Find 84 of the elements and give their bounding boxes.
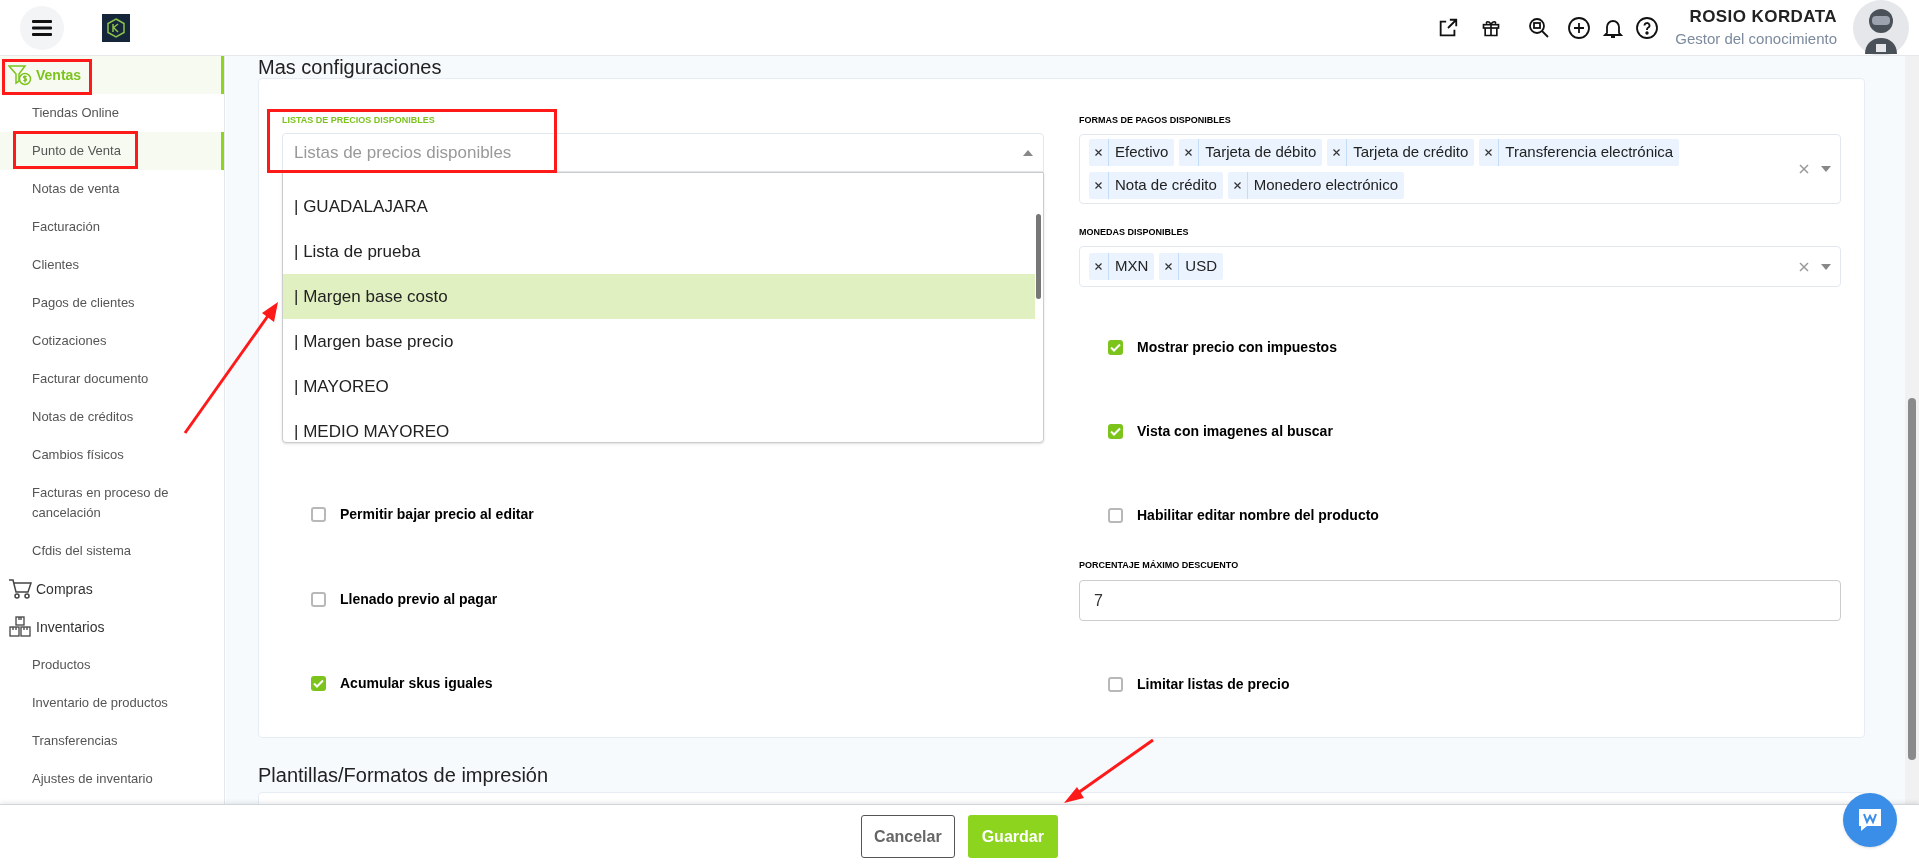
- dropdown-option[interactable]: | Margen base costo: [283, 274, 1035, 319]
- tag-chip: MXN: [1089, 253, 1155, 280]
- input-field[interactable]: 7: [1079, 580, 1841, 621]
- checkbox[interactable]: [1108, 339, 1123, 355]
- field-label: LISTAS DE PRECIOS DISPONIBLES: [282, 114, 436, 127]
- section-title: Plantillas/Formatos de impresión: [258, 763, 550, 788]
- sidebar-item[interactable]: Tiendas Online: [0, 94, 224, 132]
- dropdown-option[interactable]: | Margen base precio: [283, 319, 1035, 364]
- logo-icon[interactable]: [102, 13, 130, 42]
- sidebar-item[interactable]: Facturar documento: [0, 360, 224, 398]
- multi-select-field[interactable]: Efectivo Tarjeta de débito Tarjeta de crédito Transferencia electrónica Nota de crédito Monedero electrónico: [1079, 134, 1841, 204]
- close-icon: [1095, 182, 1102, 189]
- checkbox[interactable]: [311, 675, 326, 691]
- dropdown-option[interactable]: | MEDIO MAYOREO: [283, 409, 1035, 442]
- clear-icon[interactable]: [1799, 164, 1809, 174]
- close-icon: [1233, 182, 1241, 189]
- sidebar-item[interactable]: Notas de créditos: [0, 398, 224, 436]
- tag-chip: Nota de crédito: [1089, 172, 1223, 199]
- avatar-icon[interactable]: [1853, 0, 1909, 56]
- close-icon: [1095, 149, 1102, 156]
- sidebar-item[interactable]: Facturación: [0, 208, 224, 246]
- dropdown-option[interactable]: | Lista de prueba: [283, 229, 1035, 274]
- close-icon: [1165, 263, 1173, 270]
- sidebar-item[interactable]: Clientes: [0, 246, 224, 284]
- sidebar-item[interactable]: Productos: [0, 646, 224, 684]
- close-icon: [1095, 263, 1102, 270]
- checkbox-label: Habilitar editar nombre del producto: [1137, 505, 1379, 525]
- section-title: Mas configuraciones: [258, 56, 443, 78]
- checkbox-label: Permitir bajar precio al editar: [340, 504, 534, 524]
- checkbox[interactable]: [1108, 507, 1123, 523]
- field-label: MONEDAS DISPONIBLES: [1079, 226, 1190, 239]
- menu-button[interactable]: [20, 5, 64, 50]
- cart-icon: [8, 578, 32, 600]
- help-icon[interactable]: [1635, 15, 1660, 40]
- dropdown-option[interactable]: | MAYOREO: [283, 364, 1035, 409]
- checkbox[interactable]: [1108, 676, 1123, 692]
- tag-chip: Monedero electrónico: [1227, 172, 1404, 199]
- tag-chip: Tarjeta de crédito: [1327, 139, 1475, 166]
- tag-chip: Transferencia electrónica: [1479, 139, 1680, 166]
- scrollbar-thumb[interactable]: [1036, 214, 1041, 299]
- tag-chip: Tarjeta de débito: [1179, 139, 1323, 166]
- caret-up-icon: [1023, 149, 1033, 156]
- checkbox[interactable]: [311, 591, 326, 607]
- sidebar-item[interactable]: Cotizaciones: [0, 322, 224, 360]
- sidebar-item[interactable]: Punto de Venta: [0, 132, 224, 170]
- checkbox-label: Vista con imagenes al buscar: [1137, 421, 1333, 441]
- add-icon[interactable]: [1567, 15, 1592, 40]
- checkbox[interactable]: [311, 506, 326, 522]
- caret-down-icon: [1821, 263, 1831, 270]
- user-name: ROSIO KORDATA: [1689, 5, 1837, 28]
- user-role: Gestor del conocimiento: [1675, 28, 1837, 49]
- menu-icon: [32, 19, 52, 36]
- dropdown-option[interactable]: | GUADALAJARA: [283, 184, 1035, 229]
- sidebar-item[interactable]: Transferencias: [0, 722, 224, 760]
- close-icon: [1485, 149, 1493, 156]
- external-link-icon[interactable]: [1437, 16, 1460, 39]
- clear-icon[interactable]: [1799, 261, 1809, 272]
- scrollbar[interactable]: [1905, 56, 1919, 804]
- field-label: PORCENTAJE MÁXIMO DESCUENTO: [1079, 559, 1240, 572]
- tag-chip: Efectivo: [1089, 139, 1175, 166]
- multi-select-field[interactable]: MXN USD: [1079, 246, 1841, 287]
- sidebar-item[interactable]: Inventario de productos: [0, 684, 224, 722]
- checkbox[interactable]: [1108, 423, 1123, 439]
- checkbox-label: Acumular skus iguales: [340, 673, 493, 693]
- sidebar-item[interactable]: Facturas en proceso de cancelación: [0, 474, 224, 532]
- scrollbar-thumb[interactable]: [1908, 398, 1916, 760]
- tag-chip: USD: [1159, 253, 1223, 280]
- boxes-icon: [8, 616, 32, 638]
- cancel-button[interactable]: Cancelar: [861, 815, 955, 858]
- sidebar-item[interactable]: Ajustes de inventario: [0, 760, 224, 798]
- checkbox-label: Limitar listas de precio: [1137, 674, 1290, 694]
- sidebar-item[interactable]: Cfdis del sistema: [0, 532, 224, 570]
- funnel-coin-icon: [8, 64, 32, 86]
- sidebar-item[interactable]: Cambios físicos: [0, 436, 224, 474]
- sidebar-item[interactable]: Notas de venta: [0, 170, 224, 208]
- close-icon: [1185, 149, 1193, 156]
- sidebar-section[interactable]: Inventarios: [0, 608, 224, 646]
- checkbox-label: Llenado previo al pagar: [340, 589, 498, 609]
- close-icon: [1333, 149, 1341, 156]
- sidebar-item[interactable]: Pagos de clientes: [0, 284, 224, 322]
- field-label: FORMAS DE PAGOS DISPONIBLES: [1079, 114, 1232, 127]
- sidebar-section[interactable]: Compras: [0, 570, 224, 608]
- caret-down-icon: [1821, 166, 1831, 172]
- checkbox-label: Mostrar precio con impuestos: [1137, 337, 1337, 357]
